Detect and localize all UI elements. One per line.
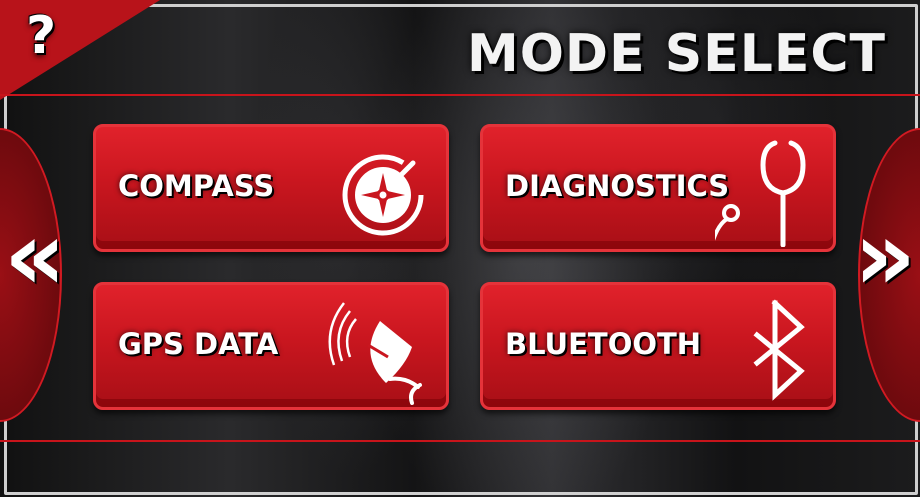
gps-data-button[interactable]: GPS DATA [93,282,449,410]
gps-data-button-label: GPS DATA [118,327,279,361]
help-corner-tab[interactable] [0,0,160,100]
bluetooth-button-label: BLUETOOTH [505,327,702,361]
footer-divider [0,440,920,442]
mode-select-screen: ? MODE SELECT « » COMPASS DIAGNOSTICS GP… [0,0,920,497]
bluetooth-icon [753,299,805,401]
bluetooth-button[interactable]: BLUETOOTH [480,282,836,410]
header-divider [0,94,920,96]
help-button[interactable]: ? [26,10,56,62]
page-title: MODE SELECT [466,24,886,84]
satellite-dish-icon [328,302,422,405]
diagnostics-button[interactable]: DIAGNOSTICS [480,124,836,252]
stethoscope-icon [715,140,806,247]
diagnostics-button-label: DIAGNOSTICS [505,169,730,203]
compass-button-label: COMPASS [118,169,275,203]
prev-page-arrow-icon[interactable]: « [4,208,66,304]
next-page-arrow-icon[interactable]: » [854,208,916,304]
compass-icon [342,154,424,236]
compass-button[interactable]: COMPASS [93,124,449,252]
